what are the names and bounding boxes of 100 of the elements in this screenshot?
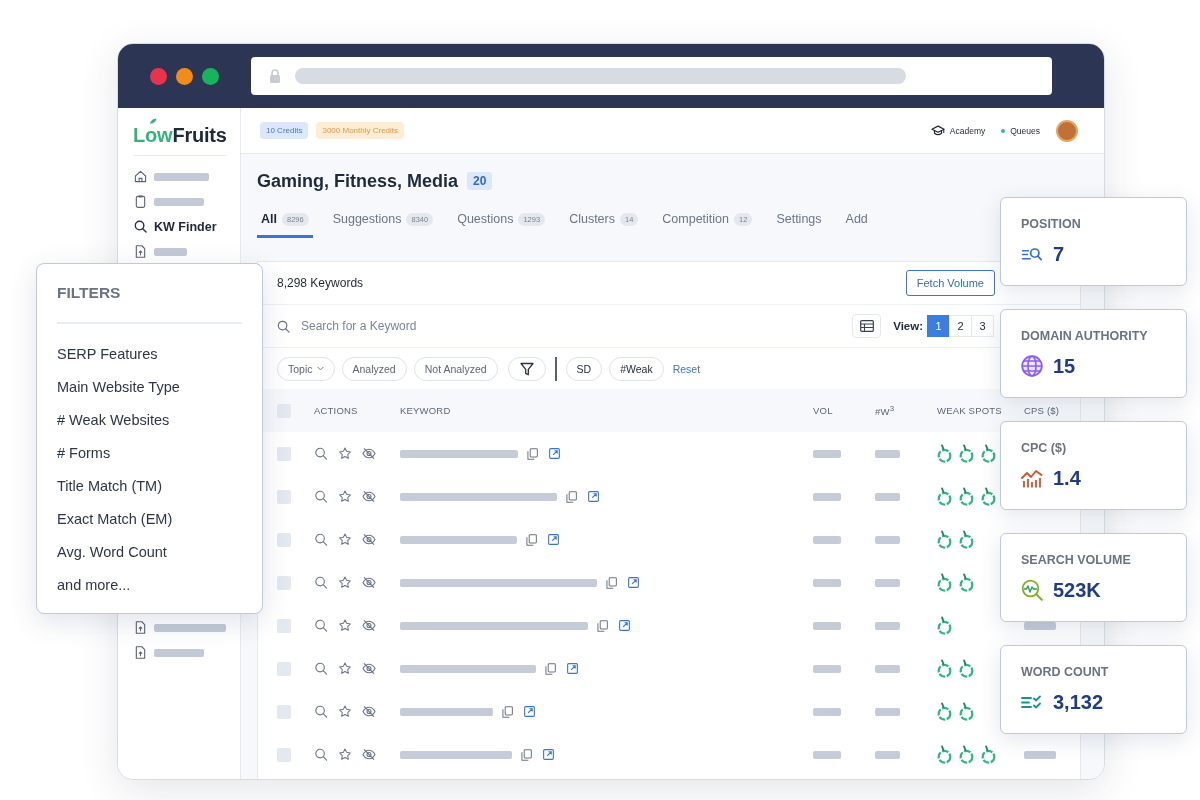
tab[interactable]: Add bbox=[841, 211, 872, 238]
address-field[interactable] bbox=[251, 57, 1052, 95]
external-link-icon[interactable] bbox=[549, 448, 560, 459]
globe-icon bbox=[1021, 355, 1043, 377]
search-icon[interactable] bbox=[314, 662, 328, 675]
filter-option[interactable]: Title Match (TM) bbox=[57, 470, 162, 503]
status-dot-icon bbox=[1001, 128, 1006, 133]
copy-icon[interactable] bbox=[521, 748, 532, 761]
star-icon[interactable] bbox=[338, 576, 352, 589]
filter-option[interactable]: Main Website Type bbox=[57, 371, 180, 404]
eye-slash-icon[interactable] bbox=[362, 576, 376, 589]
star-icon[interactable] bbox=[338, 447, 352, 460]
star-icon[interactable] bbox=[338, 662, 352, 675]
copy-icon[interactable] bbox=[526, 533, 537, 546]
search-icon[interactable] bbox=[314, 705, 328, 718]
copy-icon[interactable] bbox=[502, 705, 513, 718]
sidebar-item[interactable]: KW Finder bbox=[133, 214, 217, 239]
view-option[interactable]: 1 bbox=[927, 315, 950, 337]
star-icon[interactable] bbox=[338, 619, 352, 632]
header-link[interactable]: Queues bbox=[1001, 125, 1040, 136]
filter-option[interactable]: # Weak Websites bbox=[57, 404, 170, 437]
row-checkbox[interactable] bbox=[277, 446, 291, 461]
row-checkbox[interactable] bbox=[277, 575, 291, 590]
topic-dropdown[interactable]: Topic bbox=[277, 356, 335, 381]
search-icon[interactable] bbox=[314, 619, 328, 632]
filter-option[interactable]: SERP Features bbox=[57, 338, 158, 371]
view-option[interactable]: 2 bbox=[949, 315, 972, 337]
copy-icon[interactable] bbox=[545, 662, 556, 675]
row-checkbox[interactable] bbox=[277, 489, 291, 504]
user-avatar[interactable] bbox=[1056, 119, 1078, 142]
search-icon[interactable] bbox=[314, 748, 328, 761]
home-icon[interactable] bbox=[134, 170, 147, 183]
row-checkbox[interactable] bbox=[277, 661, 291, 676]
row-checkbox[interactable] bbox=[277, 747, 291, 762]
funnel-icon bbox=[519, 361, 534, 376]
filter-button[interactable] bbox=[507, 356, 546, 381]
copy-icon[interactable] bbox=[606, 576, 617, 589]
copy-icon[interactable] bbox=[527, 447, 538, 460]
fetch-volume-button[interactable]: Fetch Volume bbox=[905, 270, 995, 296]
external-link-icon[interactable] bbox=[619, 620, 630, 631]
fruit-icon bbox=[959, 659, 974, 678]
clipboard-icon[interactable] bbox=[134, 195, 147, 208]
star-icon[interactable] bbox=[338, 748, 352, 761]
eye-slash-icon[interactable] bbox=[362, 533, 376, 546]
select-all-checkbox[interactable] bbox=[277, 403, 291, 418]
copy-icon[interactable] bbox=[566, 490, 577, 503]
filter-chip[interactable]: Not Analyzed bbox=[413, 356, 498, 381]
filter-option[interactable]: Exact Match (EM) bbox=[57, 503, 173, 536]
filter-chip[interactable]: Analyzed bbox=[341, 356, 407, 381]
value-placeholder-bar bbox=[813, 578, 841, 587]
filter-option[interactable]: and more... bbox=[57, 569, 131, 602]
external-link-icon[interactable] bbox=[543, 749, 554, 760]
eye-slash-icon[interactable] bbox=[362, 662, 376, 675]
search-field[interactable]: Search for a Keyword bbox=[301, 317, 601, 335]
external-link-icon[interactable] bbox=[628, 577, 639, 588]
window-control-icon[interactable] bbox=[202, 67, 219, 85]
eye-slash-icon[interactable] bbox=[362, 490, 376, 503]
filter-option[interactable]: Avg. Word Count bbox=[57, 536, 167, 569]
file-upload-icon[interactable] bbox=[134, 621, 147, 634]
tab[interactable]: Settings bbox=[772, 211, 826, 238]
eye-slash-icon[interactable] bbox=[362, 748, 376, 761]
row-checkbox[interactable] bbox=[277, 532, 291, 547]
search-icon[interactable] bbox=[314, 533, 328, 546]
fruit-icon bbox=[959, 745, 974, 764]
header-link[interactable]: Academy bbox=[930, 125, 986, 136]
value-placeholder-bar bbox=[875, 578, 900, 587]
star-icon[interactable] bbox=[338, 705, 352, 718]
search-icon[interactable] bbox=[314, 576, 328, 589]
value-placeholder-bar bbox=[875, 707, 900, 716]
value-placeholder-bar bbox=[875, 621, 900, 630]
star-icon[interactable] bbox=[338, 533, 352, 546]
row-checkbox[interactable] bbox=[277, 618, 291, 633]
filter-option[interactable]: # Forms bbox=[57, 437, 111, 470]
file-upload-icon[interactable] bbox=[134, 646, 147, 659]
star-icon[interactable] bbox=[338, 490, 352, 503]
reset-link[interactable]: Reset bbox=[672, 362, 701, 375]
copy-icon[interactable] bbox=[597, 619, 608, 632]
search-icon[interactable] bbox=[314, 447, 328, 460]
stat-value: 1.4 bbox=[1053, 466, 1081, 490]
eye-slash-icon[interactable] bbox=[362, 619, 376, 632]
row-checkbox[interactable] bbox=[277, 704, 291, 719]
bar-chart-icon bbox=[1021, 468, 1043, 488]
filter-chip[interactable]: SD bbox=[565, 356, 603, 381]
text-placeholder-bar bbox=[154, 247, 187, 256]
eye-slash-icon[interactable] bbox=[362, 705, 376, 718]
file-upload-icon[interactable] bbox=[134, 245, 147, 258]
eye-slash-icon[interactable] bbox=[362, 447, 376, 460]
view-option[interactable]: 3 bbox=[971, 315, 994, 337]
external-link-icon[interactable] bbox=[524, 706, 535, 717]
filter-chip[interactable]: #Weak bbox=[609, 356, 664, 381]
external-link-icon[interactable] bbox=[567, 663, 578, 674]
search-icon[interactable] bbox=[314, 490, 328, 503]
search-pulse-icon bbox=[1021, 579, 1043, 601]
external-link-icon[interactable] bbox=[588, 491, 599, 502]
project-title: Gaming, Fitness, Media bbox=[257, 170, 459, 192]
window-control-icon[interactable] bbox=[150, 67, 167, 85]
list-search-icon bbox=[1021, 246, 1043, 262]
table-view-button[interactable] bbox=[852, 314, 882, 338]
external-link-icon[interactable] bbox=[548, 534, 559, 545]
window-control-icon[interactable] bbox=[176, 67, 193, 85]
